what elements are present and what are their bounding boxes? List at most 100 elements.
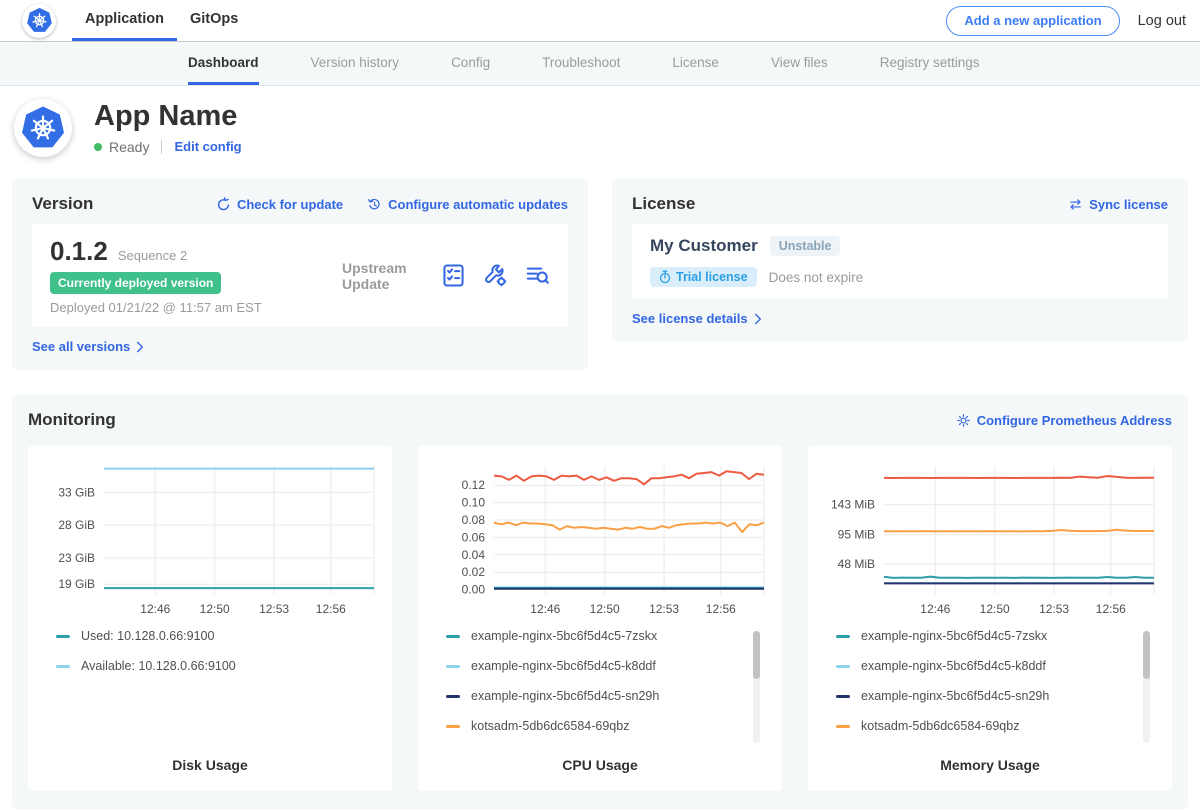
see-all-versions-link[interactable]: See all versions [32, 339, 144, 354]
check-for-update-link[interactable]: Check for update [216, 197, 343, 212]
status-text: Ready [109, 139, 149, 155]
trial-license-label: Trial license [676, 270, 748, 284]
kubernetes-app-icon [20, 105, 66, 151]
logout-link[interactable]: Log out [1138, 13, 1186, 29]
svg-text:23 GiB: 23 GiB [58, 551, 95, 565]
cpu-usage-chart: 0.120.100.080.060.040.020.0012:4612:5012… [430, 456, 771, 621]
license-card: License Sync license My Customer Unstabl… [612, 178, 1188, 342]
top-nav-tabs: Application GitOps [72, 0, 251, 41]
legend-scrollbar-thumb[interactable] [1143, 631, 1150, 679]
legend-color-dash [446, 635, 460, 638]
memory-usage-chart: 143 MiB95 MiB48 MiB12:4612:5012:5312:56 [820, 456, 1161, 621]
legend-item: example-nginx-5bc6f5d4c5-k8ddf [446, 659, 744, 673]
configure-prometheus-label: Configure Prometheus Address [977, 413, 1172, 428]
legend-color-dash [56, 635, 70, 638]
legend-item: example-nginx-5bc6f5d4c5-7zskx [446, 629, 744, 643]
legend-color-dash [836, 665, 850, 668]
chevron-right-icon [136, 341, 144, 353]
legend-color-dash [836, 635, 850, 638]
current-version-panel: 0.1.2 Sequence 2 Currently deployed vers… [32, 224, 568, 327]
config-wrench-icon[interactable] [483, 263, 508, 288]
legend-label: example-nginx-5bc6f5d4c5-sn29h [861, 689, 1049, 703]
svg-text:95 MiB: 95 MiB [837, 528, 874, 542]
legend-item: Used: 10.128.0.66:9100 [56, 629, 354, 643]
svg-text:12:50: 12:50 [979, 602, 1009, 616]
tab-application[interactable]: Application [72, 0, 177, 41]
version-number: 0.1.2 [50, 236, 108, 267]
status-dot [94, 143, 102, 151]
legend-label: example-nginx-5bc6f5d4c5-7zskx [471, 629, 657, 643]
charts-row: 33 GiB 28 GiB 23 GiB 19 GiB 12:46 12:50 12:53 1… [28, 446, 1172, 791]
svg-text:0.12: 0.12 [461, 478, 485, 492]
legend-label: kotsadm-5db6dc6584-69qbz [471, 719, 629, 733]
deployed-badge: Currently deployed version [50, 272, 221, 294]
configure-automatic-updates-link[interactable]: Configure automatic updates [367, 197, 568, 212]
legend-scrollbar[interactable] [753, 631, 760, 743]
svg-text:33 GiB: 33 GiB [58, 485, 95, 499]
sync-license-label: Sync license [1089, 197, 1168, 212]
legend-scrollbar[interactable] [1143, 631, 1150, 743]
memory-usage-legend: example-nginx-5bc6f5d4c5-7zskxexample-ng… [836, 629, 1158, 757]
legend-label: Available: 10.128.0.66:9100 [81, 659, 236, 673]
tab-view-files[interactable]: View files [771, 42, 828, 85]
view-logs-icon[interactable] [525, 263, 550, 288]
legend-color-dash [836, 725, 850, 728]
tab-troubleshoot[interactable]: Troubleshoot [542, 42, 620, 85]
see-license-details-link[interactable]: See license details [632, 311, 762, 326]
sync-license-link[interactable]: Sync license [1068, 197, 1168, 212]
monitoring-section: Monitoring Configure Prometheus Address … [12, 394, 1188, 809]
tab-config[interactable]: Config [451, 42, 490, 85]
cpu-usage-legend: example-nginx-5bc6f5d4c5-7zskx example-ng… [446, 629, 768, 757]
disk-usage-legend: Used: 10.128.0.66:9100 Available: 10.128.… [56, 629, 378, 757]
legend-item: example-nginx-5bc6f5d4c5-sn29h [836, 689, 1134, 703]
configure-automatic-updates-label: Configure automatic updates [388, 197, 568, 212]
legend-item: example-nginx-5bc6f5d4c5-sn29h [446, 689, 744, 703]
top-nav: Application GitOps Add a new application… [0, 0, 1200, 42]
configure-prometheus-link[interactable]: Configure Prometheus Address [956, 413, 1172, 428]
svg-text:12:53: 12:53 [1039, 602, 1069, 616]
tab-dashboard[interactable]: Dashboard [188, 42, 259, 85]
add-application-button[interactable]: Add a new application [946, 6, 1119, 36]
tab-version-history[interactable]: Version history [311, 42, 400, 85]
legend-label: Used: 10.128.0.66:9100 [81, 629, 214, 643]
svg-text:0.02: 0.02 [461, 565, 485, 579]
cpu-usage-title: CPU Usage [426, 757, 774, 773]
legend-item: Available: 10.128.0.66:9100 [56, 659, 354, 673]
legend-color-dash [446, 695, 460, 698]
svg-text:19 GiB: 19 GiB [58, 577, 95, 591]
customer-name: My Customer [650, 236, 758, 256]
svg-text:12:50: 12:50 [199, 602, 229, 616]
version-card: Version Check for update Configure autom… [12, 178, 588, 370]
legend-scrollbar-thumb[interactable] [753, 631, 760, 679]
svg-text:48 MiB: 48 MiB [837, 557, 874, 571]
legend-color-dash [446, 665, 460, 668]
app-avatar [14, 99, 72, 157]
legend-item: kotsadm-5db6dc6584-69qbz [446, 719, 744, 733]
release-notes-icon[interactable] [441, 263, 466, 288]
edit-config-link[interactable]: Edit config [174, 139, 241, 154]
tab-gitops[interactable]: GitOps [177, 0, 251, 41]
svg-text:12:46: 12:46 [530, 602, 560, 616]
svg-text:28 GiB: 28 GiB [58, 518, 95, 532]
version-source: Upstream Update [342, 260, 441, 292]
app-header: App Name Ready Edit config [0, 86, 1200, 170]
divider [161, 140, 162, 154]
svg-text:143 MiB: 143 MiB [830, 498, 874, 512]
svg-text:0.04: 0.04 [461, 548, 485, 562]
tab-registry-settings[interactable]: Registry settings [880, 42, 980, 85]
page-title: App Name [94, 101, 242, 131]
svg-text:12:46: 12:46 [920, 602, 950, 616]
channel-badge: Unstable [770, 236, 841, 256]
app-sub-nav: Dashboard Version history Config Trouble… [0, 42, 1200, 86]
tab-license[interactable]: License [672, 42, 719, 85]
chevron-right-icon [754, 313, 762, 325]
see-license-details-label: See license details [632, 311, 748, 326]
kubernetes-helm-icon [26, 7, 53, 34]
legend-label: kotsadm-5db6dc6584-69qbz [861, 719, 1019, 733]
cpu-usage-chart-card: 0.120.100.080.060.040.020.0012:4612:5012… [418, 446, 782, 791]
legend-item: kotsadm-5db6dc6584-69qbz [836, 719, 1134, 733]
license-panel: My Customer Unstable Trial license Does … [632, 224, 1168, 299]
svg-text:0.10: 0.10 [461, 496, 485, 510]
trial-license-badge: Trial license [650, 267, 757, 287]
stopwatch-icon [659, 270, 671, 284]
